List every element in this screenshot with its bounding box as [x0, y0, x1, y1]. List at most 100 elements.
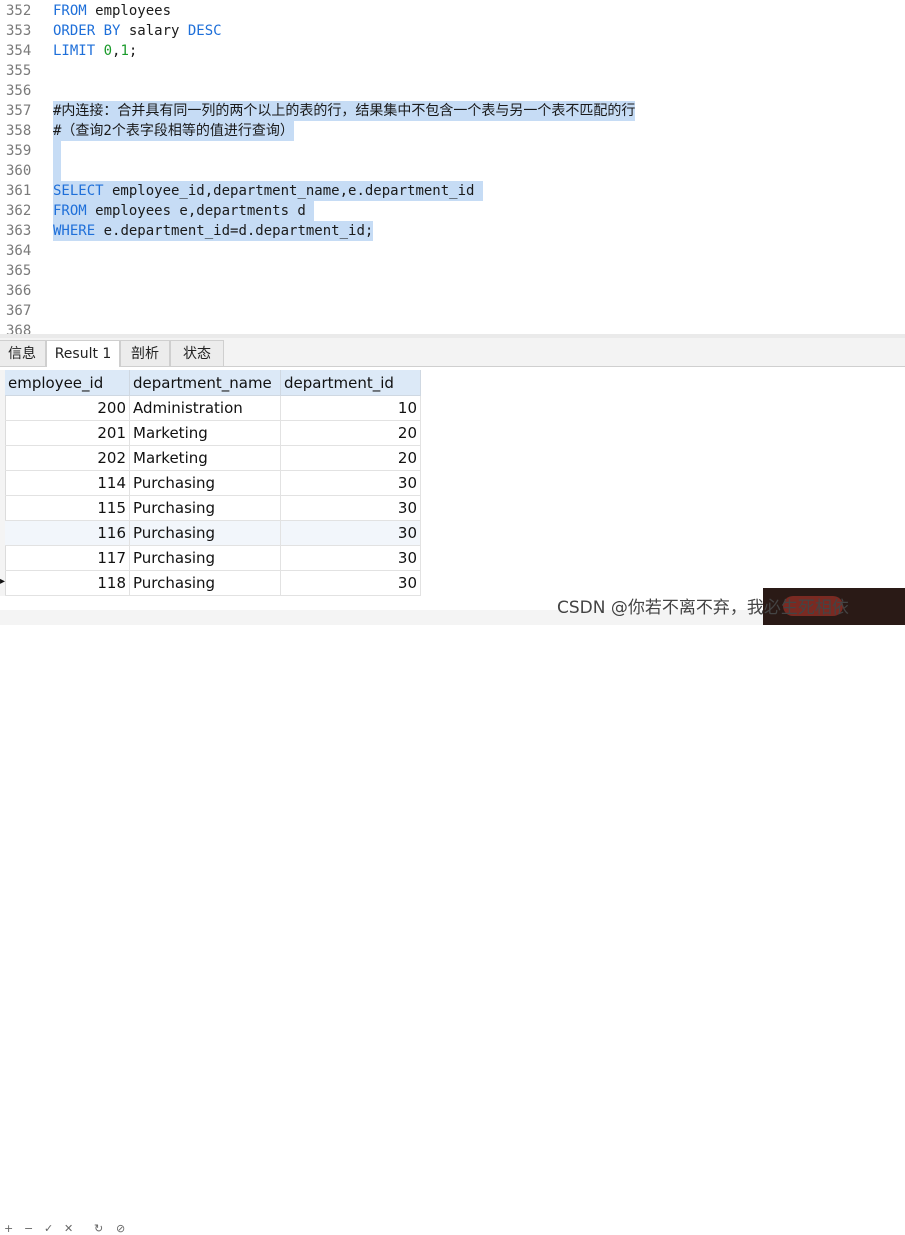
table-cell[interactable]: 30 [281, 521, 421, 546]
sql-token: employees [86, 3, 172, 19]
editor-line[interactable]: 367 [0, 301, 905, 321]
editor-line[interactable]: 353 ORDER BY salary DESC [0, 21, 905, 41]
code-text [53, 141, 62, 161]
editor-line[interactable]: 359 [0, 141, 905, 161]
editor-line[interactable]: 358 #（查询2个表字段相等的值进行查询） [0, 121, 905, 141]
current-row-marker-icon: ▸ [0, 576, 6, 587]
line-number: 362 [6, 203, 32, 219]
table-cell[interactable]: 114 [5, 471, 130, 496]
stop-icon[interactable]: ⊘ [116, 1222, 125, 1235]
apply-icon[interactable]: ✓ [44, 1222, 53, 1235]
table-cell[interactable]: Purchasing [130, 496, 281, 521]
editor-line[interactable]: 354 LIMIT 0,1; [0, 41, 905, 61]
table-cell[interactable]: 30 [281, 571, 421, 596]
code-text: FROM employees [53, 1, 171, 21]
code-text [53, 161, 62, 181]
code-text: FROM employees e,departments d [53, 201, 315, 221]
table-cell[interactable]: 116 [5, 521, 130, 546]
editor-line[interactable]: 361 SELECT employee_id,department_name,e.… [0, 181, 905, 201]
sql-token: 0 [103, 43, 113, 59]
line-number: 358 [6, 123, 32, 139]
table-cell[interactable]: 117 [5, 546, 130, 571]
code-text: SELECT employee_id,department_name,e.dep… [53, 181, 483, 201]
editor-line[interactable]: 356 [0, 81, 905, 101]
editor-line[interactable]: 368 [0, 321, 905, 334]
tab-profile[interactable]: 剖析 [120, 340, 170, 366]
editor-line[interactable]: 360 [0, 161, 905, 181]
table-cell[interactable]: 20 [281, 446, 421, 471]
table-cell[interactable]: 30 [281, 471, 421, 496]
line-number: 352 [6, 3, 32, 19]
sql-keyword: FROM [53, 203, 87, 219]
table-cell[interactable]: Purchasing [130, 571, 281, 596]
line-number: 363 [6, 223, 32, 239]
sql-token: employees e,departments d [86, 203, 315, 219]
editor-line[interactable]: 365 [0, 261, 905, 281]
sql-token: salary [120, 23, 188, 39]
sql-keyword: DESC [187, 23, 222, 39]
code-text: ORDER BY salary DESC [53, 21, 222, 41]
sql-keyword: SELECT [53, 183, 104, 199]
editor-line[interactable]: 355 [0, 61, 905, 81]
table-cell[interactable]: 118 [5, 571, 130, 596]
editor-line[interactable]: 362 FROM employees e,departments d [0, 201, 905, 221]
code-text: #（查询2个表字段相等的值进行查询） [53, 121, 294, 141]
result-tab-bar: 信息 Result 1 剖析 状态 [0, 338, 905, 367]
table-cell[interactable]: Administration [130, 396, 281, 421]
table-cell[interactable]: Marketing [130, 446, 281, 471]
code-text: WHERE e.department_id=d.department_id; [53, 221, 374, 241]
table-cell[interactable]: 202 [5, 446, 130, 471]
csdn-watermark: CSDN @你若不离不弃，我必生死相依 [557, 598, 849, 618]
tab-status[interactable]: 状态 [170, 340, 224, 366]
table-cell[interactable]: 10 [281, 396, 421, 421]
sql-comment: #（查询2个表字段相等的值进行查询） [53, 123, 294, 139]
editor-line[interactable]: 366 [0, 281, 905, 301]
line-number: 360 [6, 163, 32, 179]
editor-line[interactable]: 352 FROM employees [0, 1, 905, 21]
sql-keyword: WHERE [53, 223, 96, 239]
table-cell[interactable]: Purchasing [130, 471, 281, 496]
table-cell[interactable]: Purchasing [130, 521, 281, 546]
column-header-employee-id[interactable]: employee_id [5, 370, 130, 396]
table-cell[interactable]: 200 [5, 396, 130, 421]
table-cell[interactable]: 30 [281, 546, 421, 571]
refresh-icon[interactable]: ↻ [94, 1222, 103, 1235]
table-cell[interactable]: 115 [5, 496, 130, 521]
line-number: 356 [6, 83, 32, 99]
line-number: 368 [6, 323, 32, 334]
table-cell[interactable]: 201 [5, 421, 130, 446]
line-number: 367 [6, 303, 32, 319]
column-header-department-name[interactable]: department_name [130, 370, 281, 396]
code-text: #内连接：合并具有同一列的两个以上的表的行，结果集中不包含一个表与另一个表不匹配… [53, 101, 636, 121]
sql-token: employee_id,department_name,e.department… [103, 183, 483, 199]
delete-record-icon[interactable]: − [24, 1222, 33, 1235]
table-cell[interactable]: 20 [281, 421, 421, 446]
line-number: 354 [6, 43, 32, 59]
sql-keyword: FROM [53, 3, 87, 19]
sql-editor[interactable]: 352 FROM employees 353 ORDER BY salary DESC… [0, 0, 905, 334]
editor-line[interactable]: 357 #内连接：合并具有同一列的两个以上的表的行，结果集中不包含一个表与另一个表… [0, 101, 905, 121]
line-number: 361 [6, 183, 32, 199]
sql-comment: #内连接：合并具有同一列的两个以上的表的行，结果集中不包含一个表与另一个表不匹配… [53, 103, 636, 119]
tab-result-1[interactable]: Result 1 [46, 340, 120, 367]
line-number: 365 [6, 263, 32, 279]
editor-line[interactable]: 364 [0, 241, 905, 261]
sql-keyword: LIMIT [53, 43, 96, 59]
tab-info[interactable]: 信息 [0, 340, 46, 366]
discard-icon[interactable]: ✕ [64, 1222, 73, 1235]
line-number: 364 [6, 243, 32, 259]
line-number: 359 [6, 143, 32, 159]
line-number: 357 [6, 103, 32, 119]
editor-line[interactable]: 363 WHERE e.department_id=d.department_id… [0, 221, 905, 241]
line-number: 353 [6, 23, 32, 39]
table-cell[interactable]: Purchasing [130, 546, 281, 571]
sql-token: 1 [120, 43, 129, 59]
add-record-icon[interactable]: + [4, 1222, 13, 1235]
table-cell[interactable]: Marketing [130, 421, 281, 446]
column-header-department-id[interactable]: department_id [281, 370, 421, 396]
sql-keyword: ORDER BY [53, 23, 121, 39]
table-cell[interactable]: 30 [281, 496, 421, 521]
